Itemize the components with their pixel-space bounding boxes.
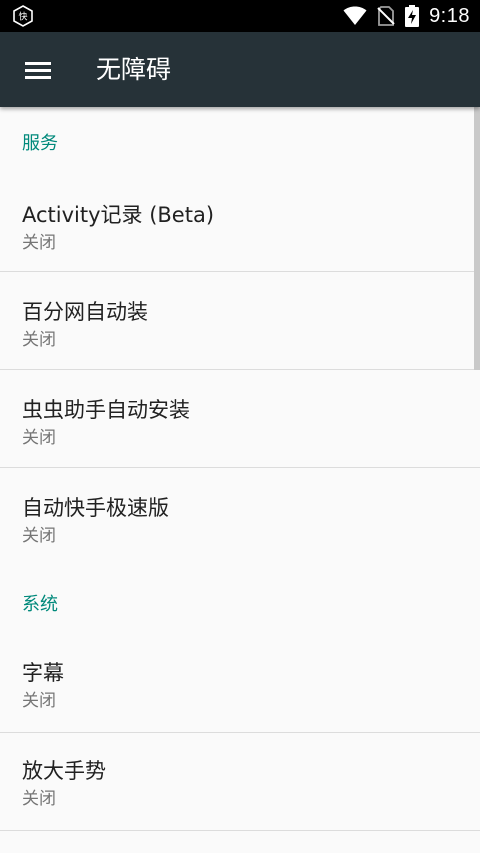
list-item-magnification-gestures[interactable]: 放大手势 关闭 [0,733,480,831]
list-item-captions[interactable]: 字幕 关闭 [0,633,480,732]
list-item-activity-log[interactable]: Activity记录 (Beta) 关闭 [0,173,480,271]
list-item-kuaishou-speed[interactable]: 自动快手极速版 关闭 [0,468,480,566]
section-header-services: 服务 [22,133,58,154]
menu-icon [25,62,51,79]
menu-button[interactable] [16,48,60,92]
list-item-summary: 关闭 [22,330,56,350]
list-item-title: 字幕 [22,661,64,685]
scrollbar[interactable] [474,107,480,370]
list-item-baifen-autoinstall[interactable]: 百分网自动装 关闭 [0,272,480,370]
divider [0,830,480,831]
list-item-summary: 关闭 [22,789,56,809]
status-time: 9:18 [429,4,470,27]
no-sim-icon [377,6,395,26]
page-title: 无障碍 [96,55,172,84]
list-item-summary: 关闭 [22,233,56,253]
list-item-title: Activity记录 (Beta) [22,203,215,227]
wifi-icon [343,6,367,25]
list-item-summary: 关闭 [22,428,56,448]
app-notification-icon: 快 [13,5,33,27]
status-bar: 快 9:18 [0,0,480,32]
list-item-title: 百分网自动装 [22,300,148,324]
notification-glyph: 快 [18,11,27,23]
list-item-summary: 关闭 [22,526,56,546]
list-item-title: 放大手势 [22,759,106,783]
settings-list: 服务 Activity记录 (Beta) 关闭 百分网自动装 关闭 虫虫助手自动… [0,107,480,853]
status-icons: 9:18 [343,0,470,32]
list-item-summary: 关闭 [22,691,56,711]
list-item-title: 自动快手极速版 [22,496,169,520]
app-bar: 无障碍 [0,32,480,107]
section-header-system: 系统 [22,594,58,615]
battery-charging-icon [405,5,420,27]
list-item-chongchong-autoinstall[interactable]: 虫虫助手自动安装 关闭 [0,370,480,468]
list-item-title: 虫虫助手自动安装 [22,398,190,422]
